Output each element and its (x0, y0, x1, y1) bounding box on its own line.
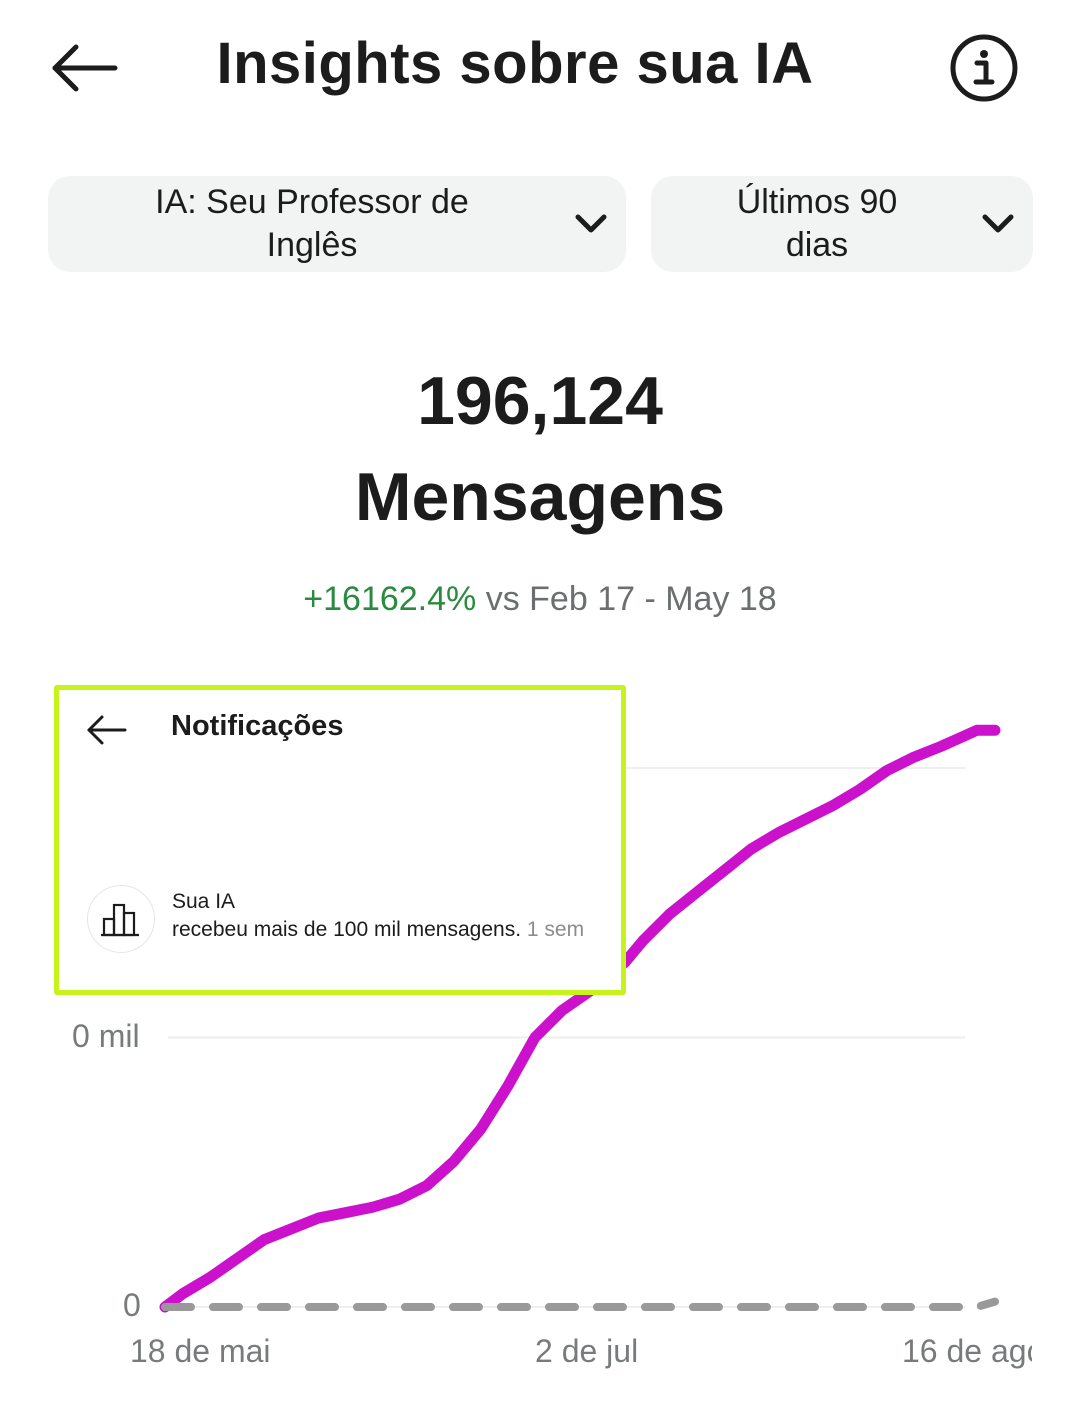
x-tick-label: 18 de mai (130, 1333, 271, 1369)
y-tick-label: 0 mil (72, 1017, 140, 1054)
page-title: Insights sobre sua IA (216, 31, 814, 96)
top-app-bar: Insights sobre sua IA (0, 0, 1080, 135)
comparison-text: +16162.4% vs Feb 17 - May 18 (0, 580, 1080, 619)
metric-value: 196,124 (417, 363, 663, 439)
x-tick-label: 16 de ago (902, 1333, 1032, 1369)
info-icon (950, 34, 1018, 102)
notification-sender: Sua IA (172, 890, 236, 913)
ai-selector-dropdown[interactable]: IA: Seu Professor de Inglês (48, 176, 626, 272)
notification-title: Notificações (171, 710, 344, 742)
arrow-left-icon (87, 715, 127, 745)
notification-back-button[interactable] (85, 708, 129, 752)
chevron-down-icon (963, 194, 1033, 254)
comparison-period: vs Feb 17 - May 18 (476, 580, 777, 618)
notification-item[interactable]: Sua IA recebeu mais de 100 mil mensagens… (172, 888, 592, 944)
bar-chart-icon (101, 903, 139, 937)
change-percentage: +16162.4% (303, 580, 477, 618)
notification-avatar (87, 885, 155, 953)
y-tick-label: 0 (123, 1287, 141, 1323)
ai-selector-label: IA: Seu Professor de Inglês (155, 183, 469, 264)
period-selector-label: Últimos 90 dias (736, 183, 898, 264)
info-button[interactable] (946, 30, 1022, 106)
notification-overlay: Notificações Sua IA recebeu mais de 100 … (54, 685, 626, 995)
x-tick-label: 2 de jul (535, 1333, 639, 1369)
period-selector-dropdown[interactable]: Últimos 90 dias (651, 176, 1033, 272)
notification-time: 1 sem (526, 918, 585, 941)
metric-label: Mensagens (354, 459, 726, 535)
notification-body: recebeu mais de 100 mil mensagens. 1 sem (172, 918, 585, 941)
chevron-down-icon (556, 194, 626, 254)
